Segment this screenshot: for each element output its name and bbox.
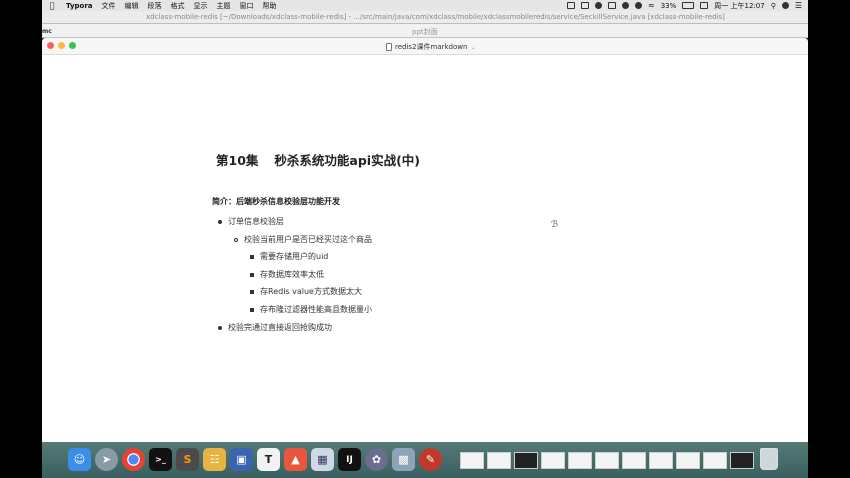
input-source-icon[interactable] (700, 2, 709, 9)
window-titlebar[interactable]: redis2课件markdown ⌄ (42, 38, 808, 55)
zoom-button[interactable] (69, 42, 76, 49)
window-thumbnail[interactable] (514, 452, 538, 469)
chrome-icon[interactable] (122, 448, 145, 471)
minimized-windows (460, 452, 754, 469)
list-item: 需要存储用户的uid (260, 252, 329, 261)
tool-icon[interactable]: ✎ (419, 448, 442, 471)
cloud-icon[interactable] (595, 2, 603, 9)
window-thumbnail[interactable] (460, 452, 484, 469)
user-avatar-icon[interactable] (781, 2, 789, 9)
screen-record-icon[interactable] (567, 2, 576, 9)
window-thumbnail[interactable] (487, 452, 511, 469)
square-bullet-icon (250, 290, 254, 294)
list-item: 校验完通过直接返回抢购成功 (228, 323, 332, 332)
menu-format[interactable]: 格式 (171, 1, 185, 11)
menubar-clock[interactable]: 周一 上午12:07 (714, 1, 764, 11)
spotlight-icon[interactable]: ⚲ (771, 2, 776, 10)
typora-window: redis2课件markdown ⌄ 第10集 秒杀系统功能api实战(中) 简介… (42, 38, 808, 442)
image-icon[interactable]: ▩ (392, 448, 415, 471)
menu-bar:  Typora 文件 编辑 段落 格式 显示 主题 窗口 帮助 ≈ 33% 周… (42, 0, 808, 11)
ide-window-title: xdclass-mobile-redis [~/Downloads/xdclas… (146, 13, 725, 21)
episode-title: 秒杀系统功能api实战(中) (274, 153, 420, 168)
menu-edit[interactable]: 编辑 (125, 1, 139, 11)
list-item: 校验当前用户是否已经买过这个商品 (244, 235, 372, 244)
menu-help[interactable]: 帮助 (263, 1, 277, 11)
xmind-icon[interactable]: ✿ (365, 448, 388, 471)
battery-percent: 33% (660, 1, 677, 10)
background-ide-window[interactable]: xdclass-mobile-redis [~/Downloads/xdclas… (42, 11, 808, 24)
battery-icon[interactable] (682, 2, 695, 9)
git-icon[interactable]: ▲ (284, 448, 307, 471)
sublime-icon[interactable]: S (176, 448, 199, 471)
window-thumbnail[interactable] (703, 452, 727, 469)
list-item: 订单信息校验层 (228, 217, 284, 226)
menu-window[interactable]: 窗口 (240, 1, 254, 11)
window-title[interactable]: redis2课件markdown ⌄ (386, 42, 475, 52)
bullet-icon (218, 326, 222, 330)
document-icon (386, 43, 392, 51)
wifi-icon[interactable]: ≈ (648, 1, 655, 10)
dock: ☺ ➤ >_ S ☷ ▣ T ▲ ▦ IJ ✿ ▩ ✎ (42, 442, 808, 478)
minimize-button[interactable] (58, 42, 65, 49)
window-thumbnail[interactable] (568, 452, 592, 469)
finder-icon[interactable]: ☺ (68, 448, 91, 471)
window-thumbnail[interactable] (622, 452, 646, 469)
window-title-text: redis2课件markdown (395, 43, 468, 51)
square-bullet-icon (250, 273, 254, 277)
window-thumbnail[interactable] (541, 452, 565, 469)
preview-icon[interactable]: ▦ (311, 448, 334, 471)
intellij-icon[interactable]: IJ (338, 448, 361, 471)
square-bullet-icon (250, 308, 254, 312)
menu-file[interactable]: 文件 (102, 1, 116, 11)
bullet-icon (218, 220, 222, 224)
airplay-icon[interactable] (608, 2, 617, 9)
window-thumbnail[interactable] (676, 452, 700, 469)
episode-number: 第10集 (216, 153, 259, 168)
window-thumbnail[interactable] (649, 452, 673, 469)
intro-text: 简介：后端秒杀信息校验层功能开发 (212, 197, 340, 206)
menu-view[interactable]: 显示 (194, 1, 208, 11)
background-side-label: mc (42, 28, 52, 35)
app-menu[interactable]: Typora (66, 2, 93, 10)
display-icon[interactable] (581, 2, 590, 9)
list-item: 存数据库效率太低 (260, 270, 324, 279)
window-thumbnail[interactable] (730, 452, 754, 469)
page-title: 第10集 秒杀系统功能api实战(中) (216, 150, 420, 169)
vm-icon[interactable]: ▣ (230, 448, 253, 471)
ppt-window-title: ppt封面 (412, 28, 438, 36)
typora-icon[interactable]: T (257, 448, 280, 471)
circle-bullet-icon (234, 238, 238, 242)
square-bullet-icon (250, 255, 254, 259)
menu-theme[interactable]: 主题 (217, 1, 231, 11)
list-item: 存布隆过滤器性能高且数据量小 (260, 305, 372, 314)
chevron-down-icon[interactable]: ⌄ (470, 44, 475, 51)
trash-icon[interactable] (760, 448, 778, 470)
apple-icon[interactable]:  (47, 1, 57, 10)
traffic-lights (47, 42, 76, 49)
screen:  Typora 文件 编辑 段落 格式 显示 主题 窗口 帮助 ≈ 33% 周… (42, 0, 808, 478)
notification-center-icon[interactable]: ☰ (795, 1, 802, 10)
background-ppt-window[interactable]: mc ppt封面 (42, 24, 808, 38)
clock-icon[interactable] (635, 2, 643, 9)
dock-apps: ☺ ➤ >_ S ☷ ▣ T ▲ ▦ IJ ✿ ▩ ✎ (68, 448, 442, 471)
close-button[interactable] (47, 42, 54, 49)
text-cursor-icon: ℬ (551, 220, 559, 230)
list-item: 存Redis value方式数据太大 (260, 287, 362, 296)
window-thumbnail[interactable] (595, 452, 619, 469)
menu-paragraph[interactable]: 段落 (148, 1, 162, 11)
sequel-icon[interactable]: ☷ (203, 448, 226, 471)
terminal-icon[interactable]: >_ (149, 448, 172, 471)
status-area: ≈ 33% 周一 上午12:07 ⚲ ☰ (567, 0, 802, 11)
bluetooth-icon[interactable] (622, 2, 630, 9)
launchpad-icon[interactable]: ➤ (95, 448, 118, 471)
